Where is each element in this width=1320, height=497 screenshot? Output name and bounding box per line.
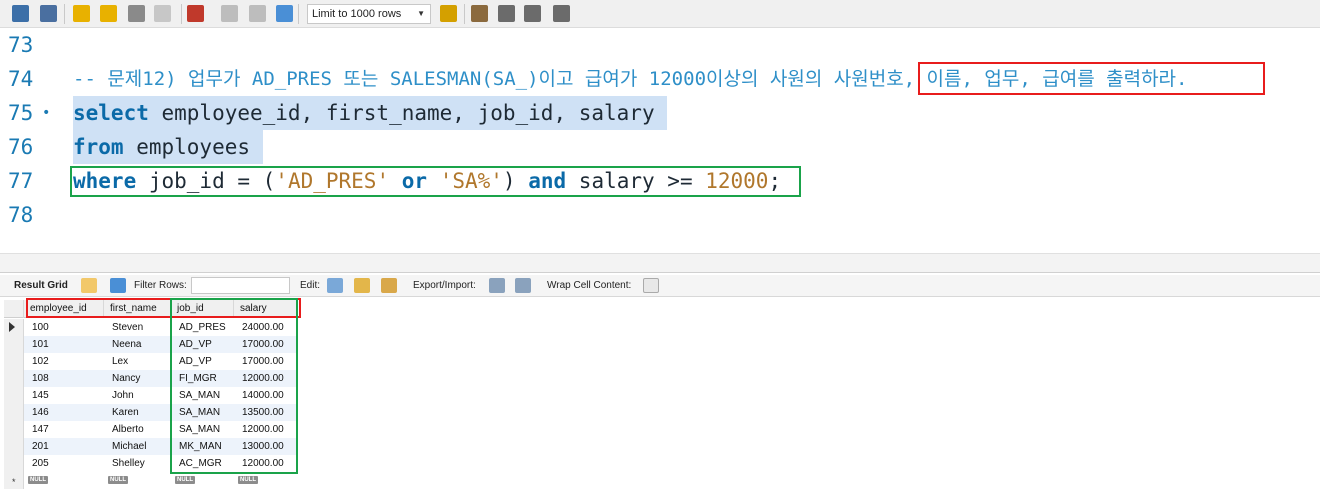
edit-row-icon[interactable] [327,278,343,293]
row-header[interactable] [4,421,24,438]
cell-employee-id[interactable]: 146 [28,404,49,421]
row-header[interactable] [4,353,24,370]
add-row-icon[interactable] [354,278,370,293]
cell-first-name[interactable]: Alberto [108,421,144,438]
save-icon[interactable] [40,5,57,22]
cell-employee-id[interactable]: 147 [28,421,49,438]
code-line[interactable]: 78 [0,198,1320,232]
highlight-box-select-columns [918,62,1265,95]
query-toolbar: Limit to 1000 rows ▼ [0,0,1320,28]
sql-identifier: employees [123,135,251,159]
export-icon[interactable] [489,278,505,293]
cell-first-name[interactable]: Neena [108,336,141,353]
autocommit-icon[interactable] [276,5,293,22]
cell-employee-id[interactable]: 201 [28,438,49,455]
stop-icon[interactable] [154,5,171,22]
toggle-error-icon[interactable] [187,5,204,22]
wrap-cell-icon[interactable] [643,278,659,293]
highlight-box-where-clause [70,166,801,197]
limit-rows-value: Limit to 1000 rows [312,8,402,20]
cell-employee-id[interactable]: 205 [28,455,49,472]
row-header[interactable] [4,370,24,387]
limit-rows-select[interactable]: Limit to 1000 rows ▼ [307,4,431,24]
sql-identifier: employee_id, first_name, job_id, salary [148,101,655,125]
code-line[interactable]: 75 • select employee_id, first_name, job_i… [0,96,1320,130]
new-row[interactable]: * NULL NULL NULL NULL [4,472,298,489]
row-header[interactable] [4,438,24,455]
cell-first-name[interactable]: Lex [108,353,128,370]
cell-employee-id[interactable]: 108 [28,370,49,387]
export-import-label: Export/Import: [413,280,476,291]
chevron-down-icon: ▼ [417,9,425,18]
row-header[interactable] [4,336,24,353]
null-badge[interactable]: NULL [175,476,195,484]
beautify-icon[interactable] [471,5,488,22]
cell-first-name[interactable]: Shelley [108,455,145,472]
import-icon[interactable] [515,278,531,293]
rollback-icon[interactable] [249,5,266,22]
row-header[interactable]: * [4,472,24,489]
code-text: from employees [73,130,263,164]
row-header[interactable] [4,404,24,421]
cell-first-name[interactable]: Nancy [108,370,140,387]
open-folder-icon[interactable] [12,5,29,22]
line-number: 73 [8,33,34,57]
grid-view-icon[interactable] [81,278,97,293]
execute-icon[interactable] [73,5,90,22]
wrap-cell-label: Wrap Cell Content: [547,280,632,291]
cell-first-name[interactable]: Karen [108,404,139,421]
toolbar-separator [298,4,299,24]
sql-keyword: from [73,135,124,159]
invisible-chars-icon[interactable] [524,5,541,22]
cell-employee-id[interactable]: 145 [28,387,49,404]
current-row-arrow-icon [9,322,15,332]
line-number: 76 [8,135,34,159]
cell-first-name[interactable]: John [108,387,134,404]
filter-rows-label: Filter Rows: [134,280,187,291]
code-line[interactable]: 76 from employees [0,130,1320,164]
sql-keyword: select [73,101,149,125]
line-number: 77 [8,169,34,193]
cell-first-name[interactable]: Michael [108,438,146,455]
highlight-box-job-salary-columns [170,298,298,474]
commit-icon[interactable] [221,5,238,22]
row-header[interactable] [4,387,24,404]
refresh-icon[interactable] [110,278,126,293]
line-number: 74 [8,67,34,91]
header-corner [4,300,24,318]
explain-icon[interactable] [128,5,145,22]
cell-employee-id[interactable]: 101 [28,336,49,353]
row-header[interactable] [4,319,24,336]
result-toolbar: Result Grid Filter Rows: Edit: Export/Im… [0,275,1320,297]
delete-row-icon[interactable] [381,278,397,293]
code-line[interactable]: 73 [0,28,1320,62]
panel-splitter[interactable] [0,253,1320,273]
new-row-marker: * [12,477,16,487]
code-text: select employee_id, first_name, job_id, … [73,96,668,130]
execute-current-icon[interactable] [100,5,117,22]
row-header[interactable] [4,455,24,472]
cell-first-name[interactable]: Steven [108,319,143,336]
result-grid-tab[interactable]: Result Grid [14,280,68,291]
null-badge[interactable]: NULL [28,476,48,484]
wrap-icon[interactable] [553,5,570,22]
cell-employee-id[interactable]: 100 [28,319,49,336]
toolbar-separator [181,4,182,24]
toolbar-separator [64,4,65,24]
filter-rows-input[interactable] [191,277,290,294]
edit-label: Edit: [300,280,321,291]
find-icon[interactable] [498,5,515,22]
add-snippet-icon[interactable] [440,5,457,22]
line-number: 78 [8,203,34,227]
null-badge[interactable]: NULL [238,476,258,484]
toolbar-separator [464,4,465,24]
null-badge[interactable]: NULL [108,476,128,484]
current-statement-marker: • [42,105,51,121]
cell-employee-id[interactable]: 102 [28,353,49,370]
